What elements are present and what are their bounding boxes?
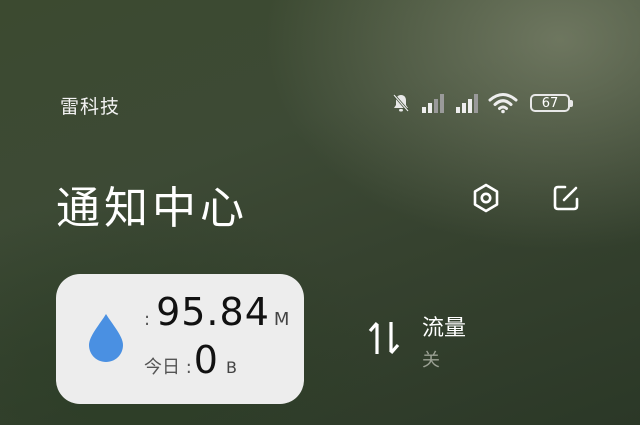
status-bar: [0, 0, 640, 40]
usage-value: 95.84: [156, 290, 270, 334]
page-title: 通知中心: [56, 183, 248, 234]
tile-status: 关: [422, 350, 440, 371]
carrier-name: 雷科技: [60, 96, 121, 118]
settings-button[interactable]: [468, 182, 504, 218]
signal-icon: [420, 92, 446, 114]
edit-icon: [550, 182, 582, 218]
wifi-icon: [488, 92, 518, 114]
signal-icon: [454, 92, 480, 114]
battery-icon: 67: [530, 94, 573, 112]
bell-muted-icon: [390, 92, 412, 114]
usage-row: : 95.84 M: [144, 290, 289, 334]
tile-title: 流量: [422, 316, 467, 341]
usage-unit: M: [273, 309, 290, 330]
today-value: 0: [193, 338, 218, 382]
header-actions: [468, 182, 584, 218]
water-drop-icon: [86, 312, 126, 368]
today-label: 今日 :: [144, 357, 192, 378]
today-unit: B: [225, 358, 237, 377]
edit-button[interactable]: [548, 182, 584, 218]
today-row: 今日 : 0 B: [144, 338, 237, 382]
settings-icon: [470, 182, 502, 218]
battery-level: 67: [541, 95, 559, 111]
data-arrows-icon: [366, 318, 402, 362]
mobile-data-toggle[interactable]: 流量 关: [362, 306, 542, 376]
status-icons: 67: [390, 89, 573, 117]
data-usage-card[interactable]: : 95.84 M 今日 : 0 B: [56, 274, 304, 404]
usage-prefix: :: [144, 309, 151, 330]
